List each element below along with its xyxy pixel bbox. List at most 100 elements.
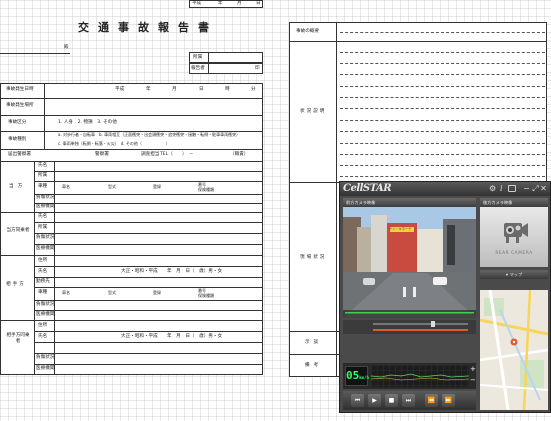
field-label: 医療機関 bbox=[36, 312, 55, 317]
police-officer: 調査担当 bbox=[141, 152, 160, 157]
speed-value: 05 bbox=[346, 369, 360, 382]
field-label: 医療機関 bbox=[36, 204, 55, 209]
stop-button[interactable]: ■ bbox=[385, 394, 398, 407]
field-line bbox=[34, 331, 263, 332]
situation-label: 状況説明 bbox=[300, 109, 327, 114]
category-label: 事故区分 bbox=[8, 120, 27, 125]
writing-line bbox=[340, 154, 545, 155]
rear-camera-panel: REAR CAMERA bbox=[480, 207, 548, 267]
minimize-button[interactable]: − bbox=[522, 184, 531, 193]
summary-line bbox=[340, 32, 545, 33]
video-scrub-bar[interactable] bbox=[343, 320, 476, 334]
occurrence-place-label: 事故発生場所 bbox=[6, 103, 34, 108]
writing-line bbox=[340, 176, 545, 177]
vehicle-col: 車名 bbox=[62, 290, 70, 295]
party-other-passenger-label: 相手方同乗者 bbox=[6, 333, 30, 344]
date-month: 月 bbox=[237, 1, 242, 6]
cellstar-viewer-window[interactable]: CellSTAR ⚙ i − ⤢ ✕ 前方カメラ映像 後方カメラ映像 ドン・キホ… bbox=[339, 181, 551, 413]
label-col-divider bbox=[44, 83, 45, 149]
row-divider bbox=[0, 161, 263, 162]
vehicle-col: 保険種類 bbox=[198, 187, 214, 192]
date-era: 平成 bbox=[192, 1, 202, 6]
birth-line: 大正・昭和・平成 年 月 日（ 歳）男・女 bbox=[121, 269, 223, 274]
writing-line bbox=[340, 97, 545, 98]
section-divider bbox=[0, 212, 263, 213]
speed-panel: 05km/h + − bbox=[343, 363, 476, 389]
field-label: 負傷状況 bbox=[36, 195, 55, 200]
remarks-label: 備考 bbox=[305, 363, 323, 368]
playback-controls: ⏮ ▶ ■ ⏭ ⏪ ⏩ bbox=[343, 391, 476, 410]
camera-icon bbox=[504, 223, 528, 243]
play-button[interactable]: ▶ bbox=[368, 394, 381, 407]
field-label: 氏名 bbox=[38, 269, 48, 274]
scrub-handle[interactable] bbox=[431, 321, 435, 327]
date-part: 時 bbox=[225, 87, 230, 92]
type-label: 事故種別 bbox=[8, 137, 27, 142]
next-file-button[interactable]: ⏭ bbox=[402, 394, 415, 407]
front-camera-video[interactable]: ドン・キホーテ bbox=[343, 207, 476, 318]
fast-forward-button[interactable]: ⏩ bbox=[442, 394, 455, 407]
type-options-2: c. 車両単独（転倒・転落・火災） d. その他（ ） bbox=[58, 141, 170, 146]
vehicle-col: 車名 bbox=[62, 184, 70, 189]
g-sensor-trace bbox=[370, 373, 470, 381]
right-row-divider bbox=[289, 182, 339, 183]
field-line bbox=[34, 203, 263, 204]
settings-icon[interactable]: ⚙ bbox=[489, 184, 497, 193]
vehicle-col: 登録 bbox=[153, 184, 161, 189]
right-row-divider bbox=[289, 331, 339, 332]
writing-line bbox=[340, 143, 545, 144]
writing-line bbox=[340, 165, 545, 166]
reporter-label: 報告者 bbox=[191, 66, 205, 71]
field-line bbox=[34, 181, 263, 182]
close-button[interactable]: ✕ bbox=[539, 184, 548, 193]
window-titlebar[interactable]: CellSTAR ⚙ i − ⤢ ✕ bbox=[340, 182, 550, 196]
vehicle-col: 保険種類 bbox=[198, 293, 214, 298]
field-label: 勤務先 bbox=[36, 279, 50, 284]
folder-icon[interactable] bbox=[508, 185, 516, 192]
row-divider bbox=[0, 149, 263, 150]
front-camera-header: 前方カメラ映像 bbox=[343, 198, 476, 207]
field-line bbox=[34, 171, 263, 172]
occurrence-date-label: 事故発生日時 bbox=[6, 87, 34, 92]
field-line bbox=[34, 233, 263, 234]
recipient-suffix: 殿 bbox=[64, 45, 69, 50]
info-icon[interactable]: i bbox=[500, 184, 507, 193]
type-options-1: a. 対歩行者・自転車 b. 車両相互（正面衝突・出会頭衝突・追突衝突・接触・転… bbox=[58, 132, 241, 137]
street-scene bbox=[343, 207, 476, 318]
right-label-divider bbox=[336, 22, 337, 377]
date-day: 日 bbox=[256, 1, 261, 6]
writing-line bbox=[340, 74, 545, 75]
date-part: 年 bbox=[146, 87, 151, 92]
zoom-in-button[interactable]: + bbox=[470, 365, 476, 373]
zoom-out-button[interactable]: − bbox=[470, 376, 476, 384]
field-label: 住所 bbox=[38, 258, 48, 263]
field-line bbox=[34, 353, 263, 354]
page-title: 交通事故報告書 bbox=[78, 21, 218, 34]
summary-label: 事故の概要 bbox=[296, 29, 319, 34]
writing-line bbox=[340, 86, 545, 87]
field-line bbox=[34, 364, 263, 365]
damage-label: 示談 bbox=[305, 340, 323, 345]
police-station: 警察署 bbox=[95, 152, 109, 157]
date-part: 月 bbox=[172, 87, 177, 92]
field-label: 負傷状況 bbox=[36, 302, 55, 307]
company-label: 所属 bbox=[193, 55, 203, 60]
field-label: 車種 bbox=[38, 290, 48, 295]
g-sensor-graph bbox=[370, 365, 470, 387]
rear-camera-placeholder: REAR CAMERA bbox=[495, 251, 533, 256]
scrub-track[interactable] bbox=[373, 323, 468, 325]
birth-line: 大正・昭和・平成 年 月 日（ 歳）男・女 bbox=[121, 334, 223, 339]
scrub-slider-2[interactable] bbox=[373, 329, 468, 331]
rewind-button[interactable]: ⏪ bbox=[425, 394, 438, 407]
party-other-label: 相手方 bbox=[6, 282, 26, 287]
field-line bbox=[34, 222, 263, 223]
field-label: 氏名 bbox=[38, 163, 48, 168]
writing-line bbox=[340, 131, 545, 132]
map-button[interactable]: ⌖ マップ bbox=[480, 270, 548, 279]
map-button-label: マップ bbox=[509, 272, 523, 277]
speed-unit: km/h bbox=[359, 375, 369, 380]
map-view[interactable] bbox=[480, 290, 548, 410]
field-line bbox=[34, 277, 263, 278]
field-line bbox=[34, 194, 263, 195]
previous-file-button[interactable]: ⏮ bbox=[351, 394, 364, 407]
